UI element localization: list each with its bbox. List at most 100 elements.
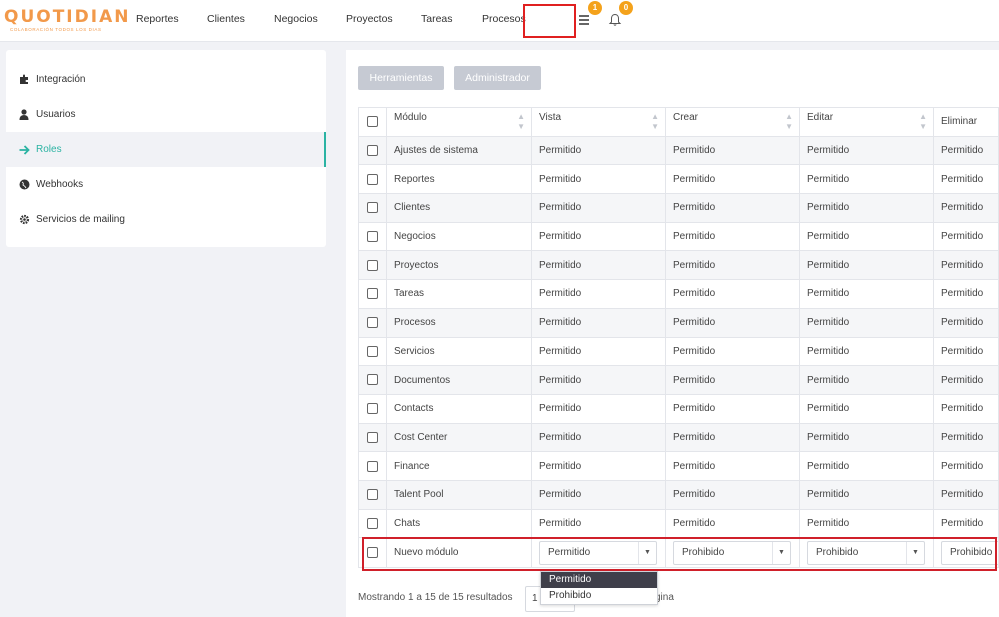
row-checkbox-cell <box>358 164 387 195</box>
column-header-label: Eliminar <box>941 116 978 128</box>
row-checkbox[interactable] <box>367 173 378 185</box>
select-all-checkbox[interactable] <box>367 116 378 128</box>
select-value: Prohibido <box>816 546 859 558</box>
sidebar-item-label: Servicios de mailing <box>36 214 125 225</box>
row-checkbox-cell <box>358 193 387 223</box>
brand-logo[interactable]: QUOTIDIAN COLABORACIÓN TODOS LOS DIAS <box>4 9 130 33</box>
tools-button[interactable]: Herramientas <box>358 66 444 90</box>
puzzle-icon <box>18 74 30 86</box>
row-checkbox-cell <box>358 508 387 539</box>
new-module-name: Nuevo módulo <box>386 537 532 569</box>
sidebar-item-roles[interactable]: Roles <box>6 132 326 167</box>
column-header-label: Módulo <box>394 111 427 123</box>
row-checkbox[interactable] <box>367 431 378 443</box>
table-row: Tareas Permitido Permitido Permitido Permiti… <box>358 279 999 309</box>
nav-procesos[interactable]: Procesos <box>482 13 526 25</box>
vista-cell: Permitido <box>531 336 666 367</box>
nav-tareas[interactable]: Tareas <box>421 13 453 25</box>
row-checkbox-cell <box>358 336 387 367</box>
sidebar-item-integracion[interactable]: Integración <box>6 62 326 97</box>
row-checkbox[interactable] <box>367 259 378 271</box>
editar-select[interactable]: Prohibido ▼ <box>807 540 925 565</box>
notifications-button[interactable]: 0 <box>605 1 633 30</box>
nav-clientes[interactable]: Clientes <box>207 13 245 25</box>
row-checkbox[interactable] <box>367 288 378 300</box>
module-cell: Chats <box>386 508 532 539</box>
crear-cell: Permitido <box>665 135 800 166</box>
vista-cell: Permitido <box>531 221 666 252</box>
vista-cell: Permitido ▼ <box>531 537 666 569</box>
user-icon <box>18 109 30 121</box>
row-checkbox[interactable] <box>367 403 378 415</box>
nav-negocios[interactable]: Negocios <box>274 13 318 25</box>
sort-icon: ▲ ▼ <box>785 111 793 131</box>
page-size-value: 1 <box>532 593 538 604</box>
module-cell: Finance <box>386 451 532 481</box>
list-button[interactable]: 1 <box>574 1 602 30</box>
row-checkbox-cell <box>358 393 387 424</box>
crear-cell: Permitido <box>665 193 800 223</box>
dropdown-option-prohibido[interactable]: Prohibido <box>541 588 657 604</box>
row-checkbox-cell <box>358 365 387 395</box>
row-checkbox-cell <box>358 135 387 166</box>
table-body: Ajustes de sistema Permitido Permitido Perm… <box>358 135 999 569</box>
row-checkbox[interactable] <box>367 489 378 501</box>
row-checkbox[interactable] <box>367 231 378 243</box>
table-row: Proyectos Permitido Permitido Permitido Perm… <box>358 250 999 281</box>
crear-select[interactable]: Prohibido ▼ <box>673 540 791 565</box>
row-checkbox-cell <box>358 279 387 309</box>
table-row: Contacts Permitido Permitido Permitido Permi… <box>358 393 999 424</box>
eliminar-cell: Permitido <box>933 221 999 252</box>
select-value: Prohibido <box>950 546 993 558</box>
eliminar-select[interactable]: Prohibido <box>941 540 998 565</box>
vista-cell: Permitido <box>531 307 666 338</box>
column-header-editar[interactable]: Editar ▲ ▼ <box>799 107 934 137</box>
crear-cell: Permitido <box>665 250 800 281</box>
table-row: Cost Center Permitido Permitido Permitido Pe… <box>358 422 999 453</box>
row-checkbox[interactable] <box>367 547 378 559</box>
top-navbar: QUOTIDIAN COLABORACIÓN TODOS LOS DIAS Re… <box>0 0 999 42</box>
vista-cell: Permitido <box>531 164 666 195</box>
row-checkbox[interactable] <box>367 374 378 386</box>
nav-proyectos[interactable]: Proyectos <box>346 13 393 25</box>
crear-cell: Permitido <box>665 221 800 252</box>
sidebar-item-usuarios[interactable]: Usuarios <box>6 97 326 132</box>
vista-cell: Permitido <box>531 135 666 166</box>
editar-cell: Permitido <box>799 193 934 223</box>
row-checkbox[interactable] <box>367 144 378 156</box>
module-cell: Reportes <box>386 164 532 195</box>
column-header-modulo[interactable]: Módulo ▲ ▼ <box>386 107 532 137</box>
row-checkbox[interactable] <box>367 202 378 214</box>
admin-button[interactable]: Administrador <box>454 66 541 90</box>
module-cell: Documentos <box>386 365 532 395</box>
eliminar-cell: Permitido <box>933 422 999 453</box>
new-module-row: Nuevo módulo Permitido ▼ Prohibido ▼ Prohi… <box>358 537 999 569</box>
nav-reportes[interactable]: Reportes <box>136 13 179 25</box>
dropdown-option-permitido[interactable]: Permitido <box>541 572 657 588</box>
crear-cell: Permitido <box>665 393 800 424</box>
editar-cell: Permitido <box>799 135 934 166</box>
column-header-vista[interactable]: Vista ▲ ▼ <box>531 107 666 137</box>
editar-cell: Permitido <box>799 164 934 195</box>
vista-cell: Permitido <box>531 279 666 309</box>
row-checkbox-cell <box>358 422 387 453</box>
column-header-label: Editar <box>807 111 834 123</box>
column-header-crear[interactable]: Crear ▲ ▼ <box>665 107 800 137</box>
column-header-label: Vista <box>539 111 562 123</box>
module-cell: Tareas <box>386 279 532 309</box>
vista-cell: Permitido <box>531 250 666 281</box>
table-row: Procesos Permitido Permitido Permitido Permi… <box>358 307 999 338</box>
vista-select[interactable]: Permitido ▼ <box>539 540 657 565</box>
sidebar-item-mailing[interactable]: Servicios de mailing <box>6 202 326 237</box>
sidebar-item-webhooks[interactable]: Webhooks <box>6 167 326 202</box>
crear-cell: Prohibido ▼ <box>665 537 800 569</box>
eliminar-cell: Permitido <box>933 451 999 481</box>
editar-cell: Permitido <box>799 479 934 510</box>
row-checkbox[interactable] <box>367 317 378 329</box>
column-header-eliminar[interactable]: Eliminar <box>933 107 999 137</box>
row-checkbox-cell <box>358 221 387 252</box>
row-checkbox[interactable] <box>367 345 378 357</box>
row-checkbox[interactable] <box>367 460 378 472</box>
roles-panel: Herramientas Administrador Módulo ▲ ▼ Vist… <box>346 50 999 617</box>
row-checkbox[interactable] <box>367 517 378 529</box>
